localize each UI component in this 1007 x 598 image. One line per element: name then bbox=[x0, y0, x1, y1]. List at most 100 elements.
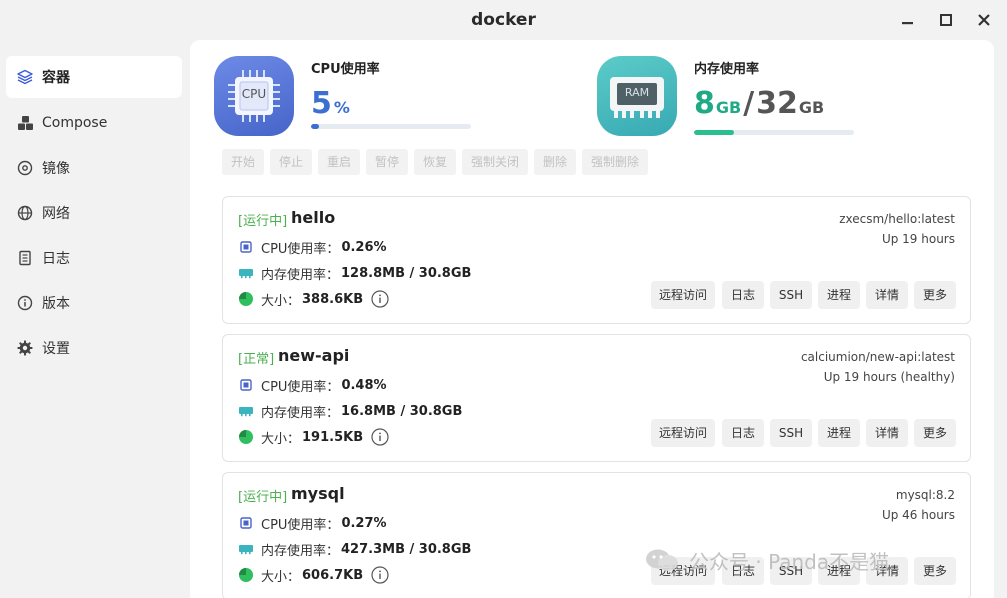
watermark: 公众号 · Panda不是猫 bbox=[645, 540, 1005, 580]
sidebar: 容器 Compose 镜像 网络 日志 版本 设置 bbox=[0, 40, 190, 598]
minimize-icon[interactable] bbox=[897, 10, 919, 30]
memory-row: 内存使用率： 427.3MB / 30.8GB bbox=[238, 539, 471, 559]
sidebar-item-label: 版本 bbox=[42, 296, 70, 312]
ssh-button[interactable]: SSH bbox=[770, 281, 812, 309]
memory-small-icon bbox=[238, 403, 254, 419]
cpu-chip-text: CPU bbox=[241, 87, 267, 101]
container-card[interactable]: [正常] new-api calciumion/new-api:latest U… bbox=[222, 334, 971, 462]
cpu-small-icon bbox=[238, 515, 254, 531]
size-value: 388.6KB bbox=[302, 291, 364, 307]
cpu-label: CPU使用率： bbox=[261, 517, 340, 533]
memory-usage-bar-fill bbox=[694, 130, 734, 135]
cpu-percent-unit: % bbox=[333, 98, 350, 117]
container-uptime: Up 19 hours (healthy) bbox=[823, 370, 955, 384]
globe-icon bbox=[16, 204, 34, 222]
memory-small-icon bbox=[238, 265, 254, 281]
cpu-usage-label: CPU使用率 bbox=[311, 62, 380, 77]
sidebar-item-label: 镜像 bbox=[42, 161, 70, 177]
details-button[interactable]: 详情 bbox=[866, 281, 908, 309]
layers-icon bbox=[16, 68, 34, 86]
maximize-icon[interactable] bbox=[935, 10, 957, 30]
memory-row: 内存使用率： 16.8MB / 30.8GB bbox=[238, 401, 462, 421]
remote-access-button[interactable]: 远程访问 bbox=[651, 281, 715, 309]
cpu-usage-bar bbox=[311, 124, 471, 129]
memory-usage-value: 8GB/32GB bbox=[694, 86, 824, 121]
sidebar-item-compose[interactable]: Compose bbox=[6, 102, 182, 144]
container-name[interactable]: hello bbox=[291, 208, 335, 227]
logs-button[interactable]: 日志 bbox=[722, 281, 764, 309]
pause-button[interactable]: 暂停 bbox=[366, 149, 408, 175]
status-badge: [运行中] bbox=[238, 490, 288, 505]
ram-chip-icon: RAM bbox=[597, 56, 677, 136]
info-icon[interactable] bbox=[371, 290, 389, 308]
disc-icon bbox=[16, 159, 34, 177]
cpu-label: CPU使用率： bbox=[261, 379, 340, 395]
info-icon[interactable] bbox=[371, 566, 389, 584]
process-button[interactable]: 进程 bbox=[818, 419, 860, 447]
logs-button[interactable]: 日志 bbox=[722, 419, 764, 447]
sidebar-item-label: 容器 bbox=[42, 70, 70, 86]
cpu-chip-icon: CPU bbox=[214, 56, 294, 136]
status-badge: [运行中] bbox=[238, 214, 288, 229]
size-row: 大小： 191.5KB bbox=[238, 427, 389, 447]
cpu-small-icon bbox=[238, 377, 254, 393]
remote-access-button[interactable]: 远程访问 bbox=[651, 419, 715, 447]
size-row: 大小： 606.7KB bbox=[238, 565, 389, 585]
memory-row: 内存使用率： 128.8MB / 30.8GB bbox=[238, 263, 471, 283]
container-image: mysql:8.2 bbox=[895, 488, 955, 502]
wechat-icon bbox=[645, 548, 679, 572]
main-panel: CPU CPU使用率 5% RAM 内存使用率 8GB/32GB 开始 停止 重… bbox=[190, 40, 994, 598]
sidebar-item-settings[interactable]: 设置 bbox=[6, 327, 182, 369]
memory-usage-bar bbox=[694, 130, 854, 135]
container-image: calciumion/new-api:latest bbox=[800, 350, 955, 364]
cpu-label: CPU使用率： bbox=[261, 241, 340, 257]
container-name[interactable]: new-api bbox=[278, 346, 349, 365]
details-button[interactable]: 详情 bbox=[866, 419, 908, 447]
size-value: 606.7KB bbox=[302, 567, 364, 583]
status-badge: [正常] bbox=[238, 352, 275, 367]
memory-separator: / bbox=[743, 86, 755, 121]
container-card[interactable]: [运行中] hello zxecsm/hello:latest Up 19 ho… bbox=[222, 196, 971, 324]
sidebar-item-label: Compose bbox=[42, 115, 108, 131]
window-title: docker bbox=[471, 10, 536, 30]
info-icon[interactable] bbox=[371, 428, 389, 446]
sidebar-item-network[interactable]: 网络 bbox=[6, 192, 182, 234]
sidebar-item-logs[interactable]: 日志 bbox=[6, 237, 182, 279]
delete-button[interactable]: 删除 bbox=[534, 149, 576, 175]
more-button[interactable]: 更多 bbox=[914, 419, 956, 447]
close-icon[interactable] bbox=[973, 10, 995, 30]
size-label: 大小： bbox=[261, 293, 301, 309]
resume-button[interactable]: 恢复 bbox=[414, 149, 456, 175]
sidebar-item-images[interactable]: 镜像 bbox=[6, 147, 182, 189]
process-button[interactable]: 进程 bbox=[818, 281, 860, 309]
cpu-row: CPU使用率： 0.48% bbox=[238, 375, 387, 395]
memory-value: 128.8MB / 30.8GB bbox=[341, 265, 472, 281]
watermark-text: 公众号 · Panda不是猫 bbox=[689, 549, 890, 574]
ssh-button[interactable]: SSH bbox=[770, 419, 812, 447]
size-label: 大小： bbox=[261, 569, 301, 585]
container-uptime: Up 46 hours bbox=[881, 508, 955, 522]
sidebar-item-label: 日志 bbox=[42, 251, 70, 267]
container-name[interactable]: mysql bbox=[291, 484, 345, 503]
container-image: zxecsm/hello:latest bbox=[839, 212, 955, 226]
memory-label: 内存使用率： bbox=[261, 405, 340, 421]
sidebar-item-containers[interactable]: 容器 bbox=[6, 56, 182, 98]
memory-value: 427.3MB / 30.8GB bbox=[341, 541, 472, 557]
cpu-value: 0.48% bbox=[341, 377, 387, 393]
cubes-icon bbox=[16, 114, 34, 132]
stop-button[interactable]: 停止 bbox=[270, 149, 312, 175]
force-close-button[interactable]: 强制关闭 bbox=[462, 149, 528, 175]
force-delete-button[interactable]: 强制删除 bbox=[582, 149, 648, 175]
cpu-row: CPU使用率： 0.26% bbox=[238, 237, 387, 257]
memory-usage-label: 内存使用率 bbox=[694, 62, 760, 77]
memory-total-unit: GB bbox=[798, 98, 825, 117]
more-button[interactable]: 更多 bbox=[914, 281, 956, 309]
cpu-percent-number: 5 bbox=[311, 86, 332, 121]
memory-used-unit: GB bbox=[715, 98, 742, 117]
start-button[interactable]: 开始 bbox=[222, 149, 264, 175]
pie-chart-icon bbox=[238, 567, 254, 583]
container-uptime: Up 19 hours bbox=[881, 232, 955, 246]
sidebar-item-version[interactable]: 版本 bbox=[6, 282, 182, 324]
restart-button[interactable]: 重启 bbox=[318, 149, 360, 175]
document-icon bbox=[16, 249, 34, 267]
